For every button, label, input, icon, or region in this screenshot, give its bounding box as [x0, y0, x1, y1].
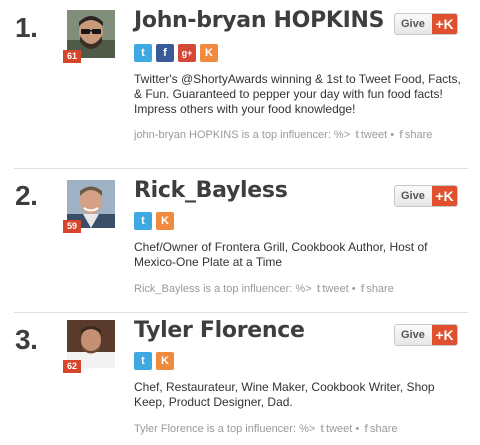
- facebook-icon: f: [360, 283, 365, 295]
- influence-meta: john-bryan HOPKINS is a top influencer: …: [134, 127, 454, 143]
- share-link[interactable]: share: [370, 423, 398, 435]
- klout-score-badge: 59: [63, 220, 81, 233]
- social-links: t K: [134, 212, 174, 230]
- tweet-link[interactable]: tweet: [326, 423, 352, 435]
- give-plus-k-button[interactable]: Give +K: [394, 324, 458, 346]
- give-label: Give: [401, 190, 425, 202]
- klout-icon[interactable]: K: [156, 352, 174, 370]
- influencer-bio: Chef/Owner of Frontera Grill, Cookbook A…: [134, 240, 428, 269]
- rank-number: 3.: [15, 324, 38, 355]
- klout-icon[interactable]: K: [200, 44, 218, 62]
- plus-k-label: +K: [432, 186, 457, 206]
- separator: •: [351, 283, 356, 295]
- influence-text: Rick_Bayless is a top influencer: %>: [134, 283, 312, 295]
- plus-k-label: +K: [432, 14, 457, 34]
- give-plus-k-button[interactable]: Give +K: [394, 13, 458, 35]
- influencer-list: 1. 61 John-bryan HOPKINS Give +K t f g+ …: [0, 0, 480, 445]
- facebook-icon: f: [364, 423, 368, 435]
- tweet-link[interactable]: tweet: [361, 129, 387, 141]
- influence-text: Tyler Florence is a top influencer: %>: [134, 423, 316, 435]
- tweet-link[interactable]: tweet: [322, 283, 348, 295]
- twitter-icon: t: [316, 283, 321, 295]
- influencer-bio: Chef, Restaurateur, Wine Maker, Cookbook…: [134, 380, 435, 409]
- influencer-name[interactable]: Tyler Florence: [134, 318, 305, 343]
- twitter-icon: t: [355, 129, 359, 141]
- facebook-icon: f: [399, 129, 403, 141]
- twitter-icon[interactable]: t: [134, 44, 152, 62]
- plus-k-label: +K: [432, 325, 457, 345]
- influencer-name[interactable]: John-bryan HOPKINS: [134, 8, 385, 33]
- divider: [14, 312, 468, 313]
- twitter-icon[interactable]: t: [134, 352, 152, 370]
- facebook-icon[interactable]: f: [156, 44, 174, 62]
- avatar[interactable]: 62: [63, 320, 115, 373]
- avatar[interactable]: 61: [63, 10, 115, 63]
- separator: •: [390, 129, 395, 141]
- give-label: Give: [401, 329, 425, 341]
- separator: •: [355, 423, 360, 435]
- share-link[interactable]: share: [405, 129, 433, 141]
- influencer-bio: Twitter's @ShortyAwards winning & 1st to…: [134, 72, 461, 116]
- google-plus-icon[interactable]: g+: [178, 44, 196, 62]
- give-plus-k-button[interactable]: Give +K: [394, 185, 458, 207]
- influence-text: john-bryan HOPKINS is a top influencer: …: [134, 129, 351, 141]
- avatar[interactable]: 59: [63, 180, 115, 233]
- influence-meta: Rick_Bayless is a top influencer: %> t tw…: [134, 281, 454, 297]
- klout-score-badge: 61: [63, 50, 81, 63]
- rank-number: 2.: [15, 180, 38, 211]
- divider: [14, 168, 468, 169]
- klout-icon[interactable]: K: [156, 212, 174, 230]
- rank-number: 1.: [15, 12, 38, 43]
- influencer-entry: 1. 61 John-bryan HOPKINS Give +K t f g+ …: [0, 0, 480, 168]
- klout-score-badge: 62: [63, 360, 81, 373]
- share-link[interactable]: share: [366, 283, 394, 295]
- twitter-icon[interactable]: t: [134, 212, 152, 230]
- twitter-icon: t: [320, 423, 325, 435]
- influence-meta: Tyler Florence is a top influencer: %> t…: [134, 421, 454, 437]
- social-links: t f g+ K: [134, 44, 218, 62]
- give-label: Give: [401, 18, 425, 30]
- social-links: t K: [134, 352, 174, 370]
- influencer-name[interactable]: Rick_Bayless: [134, 178, 288, 203]
